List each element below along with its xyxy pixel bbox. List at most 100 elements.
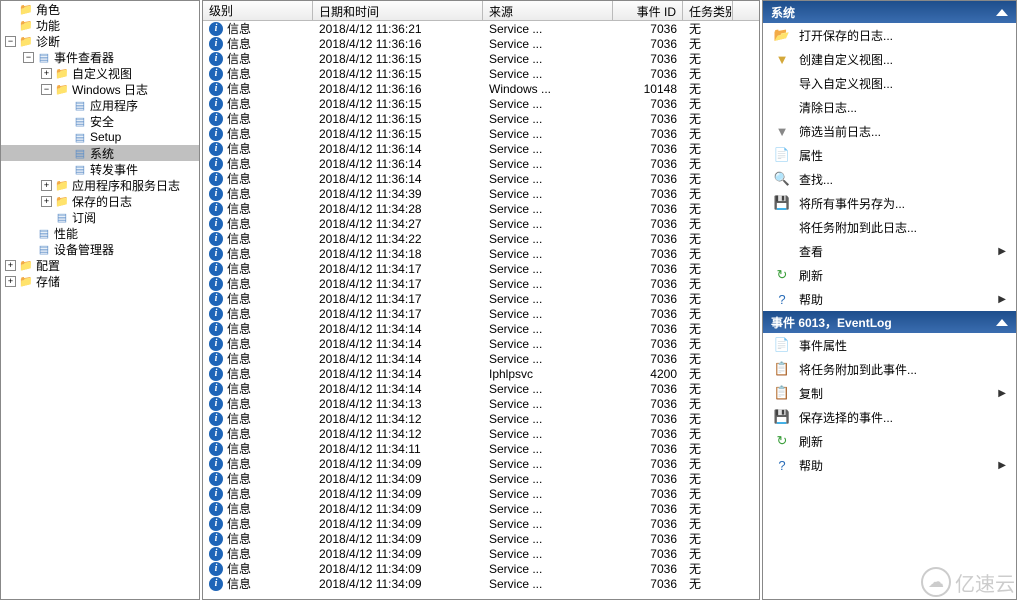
grid-row[interactable]: i信息2018/4/12 11:34:17Service ...7036无 — [203, 306, 759, 321]
tree-item[interactable]: ▤设备管理器 — [1, 241, 199, 257]
grid-row[interactable]: i信息2018/4/12 11:34:11Service ...7036无 — [203, 441, 759, 456]
grid-row[interactable]: i信息2018/4/12 11:34:17Service ...7036无 — [203, 261, 759, 276]
grid-row[interactable]: i信息2018/4/12 11:34:14Service ...7036无 — [203, 321, 759, 336]
tree-item[interactable]: ▤订阅 — [1, 209, 199, 225]
action-icon: 📄 — [773, 147, 791, 163]
collapse-icon[interactable] — [996, 9, 1008, 16]
cell-date: 2018/4/12 11:36:15 — [313, 97, 483, 111]
grid-body[interactable]: i信息2018/4/12 11:36:21Service ...7036无i信息… — [203, 21, 759, 599]
col-header-task[interactable]: 任务类别 — [683, 1, 733, 20]
tree-item[interactable]: +📁存储 — [1, 273, 199, 289]
tree-toggle-icon[interactable]: − — [41, 84, 52, 95]
grid-row[interactable]: i信息2018/4/12 11:34:28Service ...7036无 — [203, 201, 759, 216]
col-header-date[interactable]: 日期和时间 — [313, 1, 483, 20]
tree-item[interactable]: 📁功能 — [1, 17, 199, 33]
grid-row[interactable]: i信息2018/4/12 11:34:17Service ...7036无 — [203, 291, 759, 306]
grid-header[interactable]: 级别 日期和时间 来源 事件 ID 任务类别 — [203, 1, 759, 21]
grid-row[interactable]: i信息2018/4/12 11:36:14Service ...7036无 — [203, 171, 759, 186]
tree-toggle-icon[interactable]: + — [41, 68, 52, 79]
tree-item[interactable]: +📁自定义视图 — [1, 65, 199, 81]
cell-source: Service ... — [483, 562, 613, 576]
grid-row[interactable]: i信息2018/4/12 11:34:09Service ...7036无 — [203, 531, 759, 546]
action-item[interactable]: 📋复制▶ — [763, 381, 1016, 405]
grid-row[interactable]: i信息2018/4/12 11:36:21Service ...7036无 — [203, 21, 759, 36]
grid-row[interactable]: i信息2018/4/12 11:36:15Service ...7036无 — [203, 51, 759, 66]
grid-row[interactable]: i信息2018/4/12 11:34:14Iphlpsvc4200无 — [203, 366, 759, 381]
action-item[interactable]: 将任务附加到此日志... — [763, 215, 1016, 239]
tree-item[interactable]: −📁Windows 日志 — [1, 81, 199, 97]
tree-toggle-icon[interactable]: + — [41, 196, 52, 207]
grid-row[interactable]: i信息2018/4/12 11:34:14Service ...7036无 — [203, 381, 759, 396]
action-item[interactable]: ▼创建自定义视图... — [763, 47, 1016, 71]
grid-row[interactable]: i信息2018/4/12 11:34:18Service ...7036无 — [203, 246, 759, 261]
action-item[interactable]: 查看▶ — [763, 239, 1016, 263]
tree-item[interactable]: +📁应用程序和服务日志 — [1, 177, 199, 193]
action-item[interactable]: ▼筛选当前日志... — [763, 119, 1016, 143]
tree-toggle-icon[interactable]: − — [23, 52, 34, 63]
tree-item[interactable]: +📁保存的日志 — [1, 193, 199, 209]
grid-row[interactable]: i信息2018/4/12 11:34:09Service ...7036无 — [203, 501, 759, 516]
tree-item[interactable]: −📁诊断 — [1, 33, 199, 49]
grid-row[interactable]: i信息2018/4/12 11:36:15Service ...7036无 — [203, 66, 759, 81]
actions-header-event[interactable]: 事件 6013，EventLog — [763, 311, 1016, 333]
col-header-eventid[interactable]: 事件 ID — [613, 1, 683, 20]
grid-row[interactable]: i信息2018/4/12 11:34:22Service ...7036无 — [203, 231, 759, 246]
info-icon: i — [209, 562, 223, 576]
grid-row[interactable]: i信息2018/4/12 11:36:14Service ...7036无 — [203, 156, 759, 171]
tree-item[interactable]: ▤性能 — [1, 225, 199, 241]
action-item[interactable]: 💾保存选择的事件... — [763, 405, 1016, 429]
tree-item[interactable]: −▤事件查看器 — [1, 49, 199, 65]
tree-item[interactable]: +📁配置 — [1, 257, 199, 273]
grid-row[interactable]: i信息2018/4/12 11:34:27Service ...7036无 — [203, 216, 759, 231]
tree-item[interactable]: ▤Setup — [1, 129, 199, 145]
grid-row[interactable]: i信息2018/4/12 11:34:12Service ...7036无 — [203, 426, 759, 441]
grid-row[interactable]: i信息2018/4/12 11:34:13Service ...7036无 — [203, 396, 759, 411]
grid-row[interactable]: i信息2018/4/12 11:34:09Service ...7036无 — [203, 576, 759, 591]
action-item[interactable]: ?帮助▶ — [763, 287, 1016, 311]
action-item[interactable]: 💾将所有事件另存为... — [763, 191, 1016, 215]
tree-item[interactable]: ▤安全 — [1, 113, 199, 129]
grid-row[interactable]: i信息2018/4/12 11:36:15Service ...7036无 — [203, 111, 759, 126]
action-item[interactable]: 📋将任务附加到此事件... — [763, 357, 1016, 381]
grid-row[interactable]: i信息2018/4/12 11:34:17Service ...7036无 — [203, 276, 759, 291]
grid-row[interactable]: i信息2018/4/12 11:34:09Service ...7036无 — [203, 546, 759, 561]
tree-toggle-icon[interactable]: + — [41, 180, 52, 191]
grid-row[interactable]: i信息2018/4/12 11:34:09Service ...7036无 — [203, 561, 759, 576]
grid-row[interactable]: i信息2018/4/12 11:36:16Service ...7036无 — [203, 36, 759, 51]
grid-row[interactable]: i信息2018/4/12 11:34:09Service ...7036无 — [203, 471, 759, 486]
tree-toggle-icon[interactable]: + — [5, 276, 16, 287]
tree-panel: 📁角色📁功能−📁诊断−▤事件查看器+📁自定义视图−📁Windows 日志▤应用程… — [0, 0, 200, 600]
grid-row[interactable]: i信息2018/4/12 11:34:39Service ...7036无 — [203, 186, 759, 201]
action-item[interactable]: ?帮助▶ — [763, 453, 1016, 477]
action-item[interactable]: 📄属性 — [763, 143, 1016, 167]
col-header-level[interactable]: 级别 — [203, 1, 313, 20]
action-item[interactable]: 📂打开保存的日志... — [763, 23, 1016, 47]
grid-row[interactable]: i信息2018/4/12 11:34:09Service ...7036无 — [203, 516, 759, 531]
grid-row[interactable]: i信息2018/4/12 11:36:16Windows ...10148无 — [203, 81, 759, 96]
folder-icon: 📁 — [18, 2, 34, 16]
action-item[interactable]: 📄事件属性 — [763, 333, 1016, 357]
grid-row[interactable]: i信息2018/4/12 11:34:12Service ...7036无 — [203, 411, 759, 426]
collapse-icon[interactable] — [996, 319, 1008, 326]
actions-header-system[interactable]: 系统 — [763, 1, 1016, 23]
tree-item[interactable]: ▤系统 — [1, 145, 199, 161]
action-item[interactable]: ↻刷新 — [763, 263, 1016, 287]
grid-row[interactable]: i信息2018/4/12 11:34:14Service ...7036无 — [203, 351, 759, 366]
grid-row[interactable]: i信息2018/4/12 11:34:14Service ...7036无 — [203, 336, 759, 351]
col-header-source[interactable]: 来源 — [483, 1, 613, 20]
tree-toggle-icon[interactable]: − — [5, 36, 16, 47]
grid-row[interactable]: i信息2018/4/12 11:34:09Service ...7036无 — [203, 486, 759, 501]
grid-row[interactable]: i信息2018/4/12 11:36:15Service ...7036无 — [203, 126, 759, 141]
action-item[interactable]: 🔍查找... — [763, 167, 1016, 191]
action-item[interactable]: 导入自定义视图... — [763, 71, 1016, 95]
grid-row[interactable]: i信息2018/4/12 11:36:15Service ...7036无 — [203, 96, 759, 111]
tree-item[interactable]: 📁角色 — [1, 1, 199, 17]
tree-toggle-icon[interactable]: + — [5, 260, 16, 271]
grid-row[interactable]: i信息2018/4/12 11:34:09Service ...7036无 — [203, 456, 759, 471]
action-item[interactable]: 清除日志... — [763, 95, 1016, 119]
action-item[interactable]: ↻刷新 — [763, 429, 1016, 453]
tree-item[interactable]: ▤应用程序 — [1, 97, 199, 113]
cell-date: 2018/4/12 11:34:14 — [313, 352, 483, 366]
tree-item[interactable]: ▤转发事件 — [1, 161, 199, 177]
grid-row[interactable]: i信息2018/4/12 11:36:14Service ...7036无 — [203, 141, 759, 156]
